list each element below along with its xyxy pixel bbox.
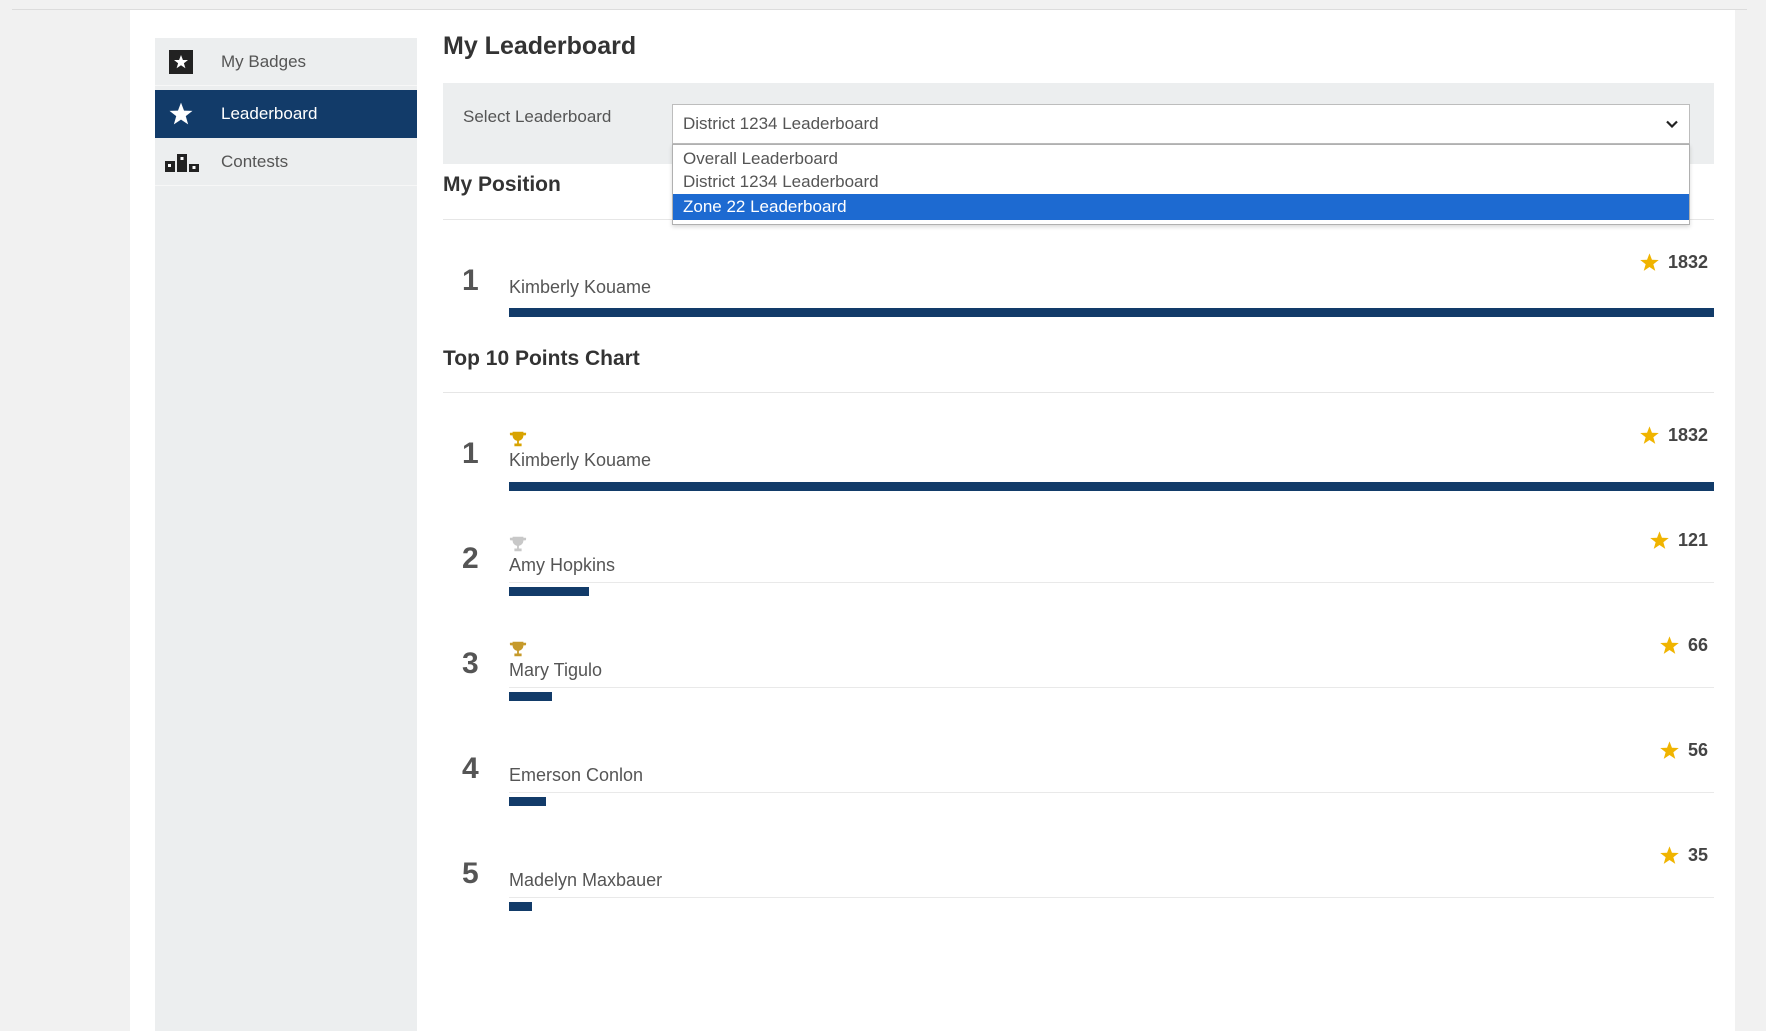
points-display: 35 xyxy=(1659,845,1708,866)
rank-number: 4 xyxy=(462,752,479,785)
points-bar xyxy=(509,902,532,911)
player-name: Madelyn Maxbauer xyxy=(509,870,663,890)
leaderboard-row: 4 Emerson Conlon 56 xyxy=(443,730,1714,830)
points-bar xyxy=(509,797,546,806)
star-icon xyxy=(1650,531,1669,549)
star-icon xyxy=(1640,253,1659,271)
trophy-silver-icon xyxy=(509,536,527,552)
bar-track xyxy=(509,792,1714,793)
points-display: 121 xyxy=(1649,530,1708,551)
player-name: Mary Tigulo xyxy=(509,660,603,680)
points-display: 1832 xyxy=(1639,425,1708,446)
points-bar xyxy=(509,587,589,596)
points-value: 35 xyxy=(1687,845,1708,865)
rank-number: 5 xyxy=(462,857,479,890)
leaderboard-row: 2 Amy Hopkins 121 xyxy=(443,520,1714,620)
points-display: 56 xyxy=(1659,740,1708,761)
leaderboard-dropdown-list: Overall Leaderboard District 1234 Leader… xyxy=(672,144,1690,225)
star-icon xyxy=(168,102,194,126)
select-leaderboard-label: Select Leaderboard xyxy=(463,107,612,126)
sidebar-item-label: Leaderboard xyxy=(221,104,318,123)
leaderboard-row: 3 Mary Tigulo 66 xyxy=(443,625,1714,725)
badge-star-icon xyxy=(168,50,194,74)
star-icon xyxy=(1660,846,1679,864)
podium-icon xyxy=(165,150,199,174)
star-icon xyxy=(1660,741,1679,759)
leaderboard-row: 5 Madelyn Maxbauer 35 xyxy=(443,835,1714,935)
chevron-down-icon xyxy=(1665,117,1679,131)
section-divider xyxy=(443,392,1714,393)
dropdown-option-zone[interactable]: Zone 22 Leaderboard xyxy=(673,194,1689,220)
sidebar-item-label: My Badges xyxy=(221,52,307,71)
my-position-title: My Position xyxy=(443,173,561,196)
rank-number: 1 xyxy=(462,437,479,470)
bar-track xyxy=(509,687,1714,688)
points-value: 56 xyxy=(1687,740,1708,760)
sidebar-item-leaderboard[interactable]: Leaderboard xyxy=(155,90,417,138)
rank-number: 1 xyxy=(462,264,479,297)
points-value: 66 xyxy=(1687,635,1708,655)
bar-track xyxy=(509,582,1714,583)
my-position-row: 1 Kimberly Kouame 1832 xyxy=(443,242,1714,342)
leaderboard-select[interactable]: District 1234 Leaderboard xyxy=(672,104,1690,144)
player-name: Kimberly Kouame xyxy=(509,450,652,470)
points-bar xyxy=(509,692,552,701)
points-value: 1832 xyxy=(1667,425,1708,445)
rank-number: 3 xyxy=(462,647,479,680)
points-bar xyxy=(509,482,1714,491)
page-container: My Badges Leaderboard Contests My Leader… xyxy=(130,10,1735,1031)
trophy-gold-icon xyxy=(509,431,527,447)
star-icon xyxy=(1660,636,1679,654)
player-name: Kimberly Kouame xyxy=(509,277,652,297)
points-value: 1832 xyxy=(1667,252,1708,272)
points-display: 66 xyxy=(1659,635,1708,656)
rank-number: 2 xyxy=(462,542,479,575)
points-bar xyxy=(509,308,1714,317)
leaderboard-row: 1 Kimberly Kouame 1832 xyxy=(443,415,1714,515)
points-value: 121 xyxy=(1677,530,1708,550)
dropdown-option-district[interactable]: District 1234 Leaderboard xyxy=(673,169,1689,195)
sidebar-item-contests[interactable]: Contests xyxy=(155,138,417,186)
player-name: Emerson Conlon xyxy=(509,765,644,785)
sidebar-item-label: Contests xyxy=(221,152,289,171)
points-display: 1832 xyxy=(1639,252,1708,273)
sidebar-item-my-badges[interactable]: My Badges xyxy=(155,38,417,86)
leaderboard-select-value: District 1234 Leaderboard xyxy=(683,114,879,133)
bar-track xyxy=(509,897,1714,898)
trophy-bronze-icon xyxy=(509,641,527,657)
sidebar: My Badges Leaderboard Contests xyxy=(155,38,417,1031)
top10-title: Top 10 Points Chart xyxy=(443,347,640,370)
page-title: My Leaderboard xyxy=(443,32,637,60)
player-name: Amy Hopkins xyxy=(509,555,616,575)
star-icon xyxy=(1640,426,1659,444)
